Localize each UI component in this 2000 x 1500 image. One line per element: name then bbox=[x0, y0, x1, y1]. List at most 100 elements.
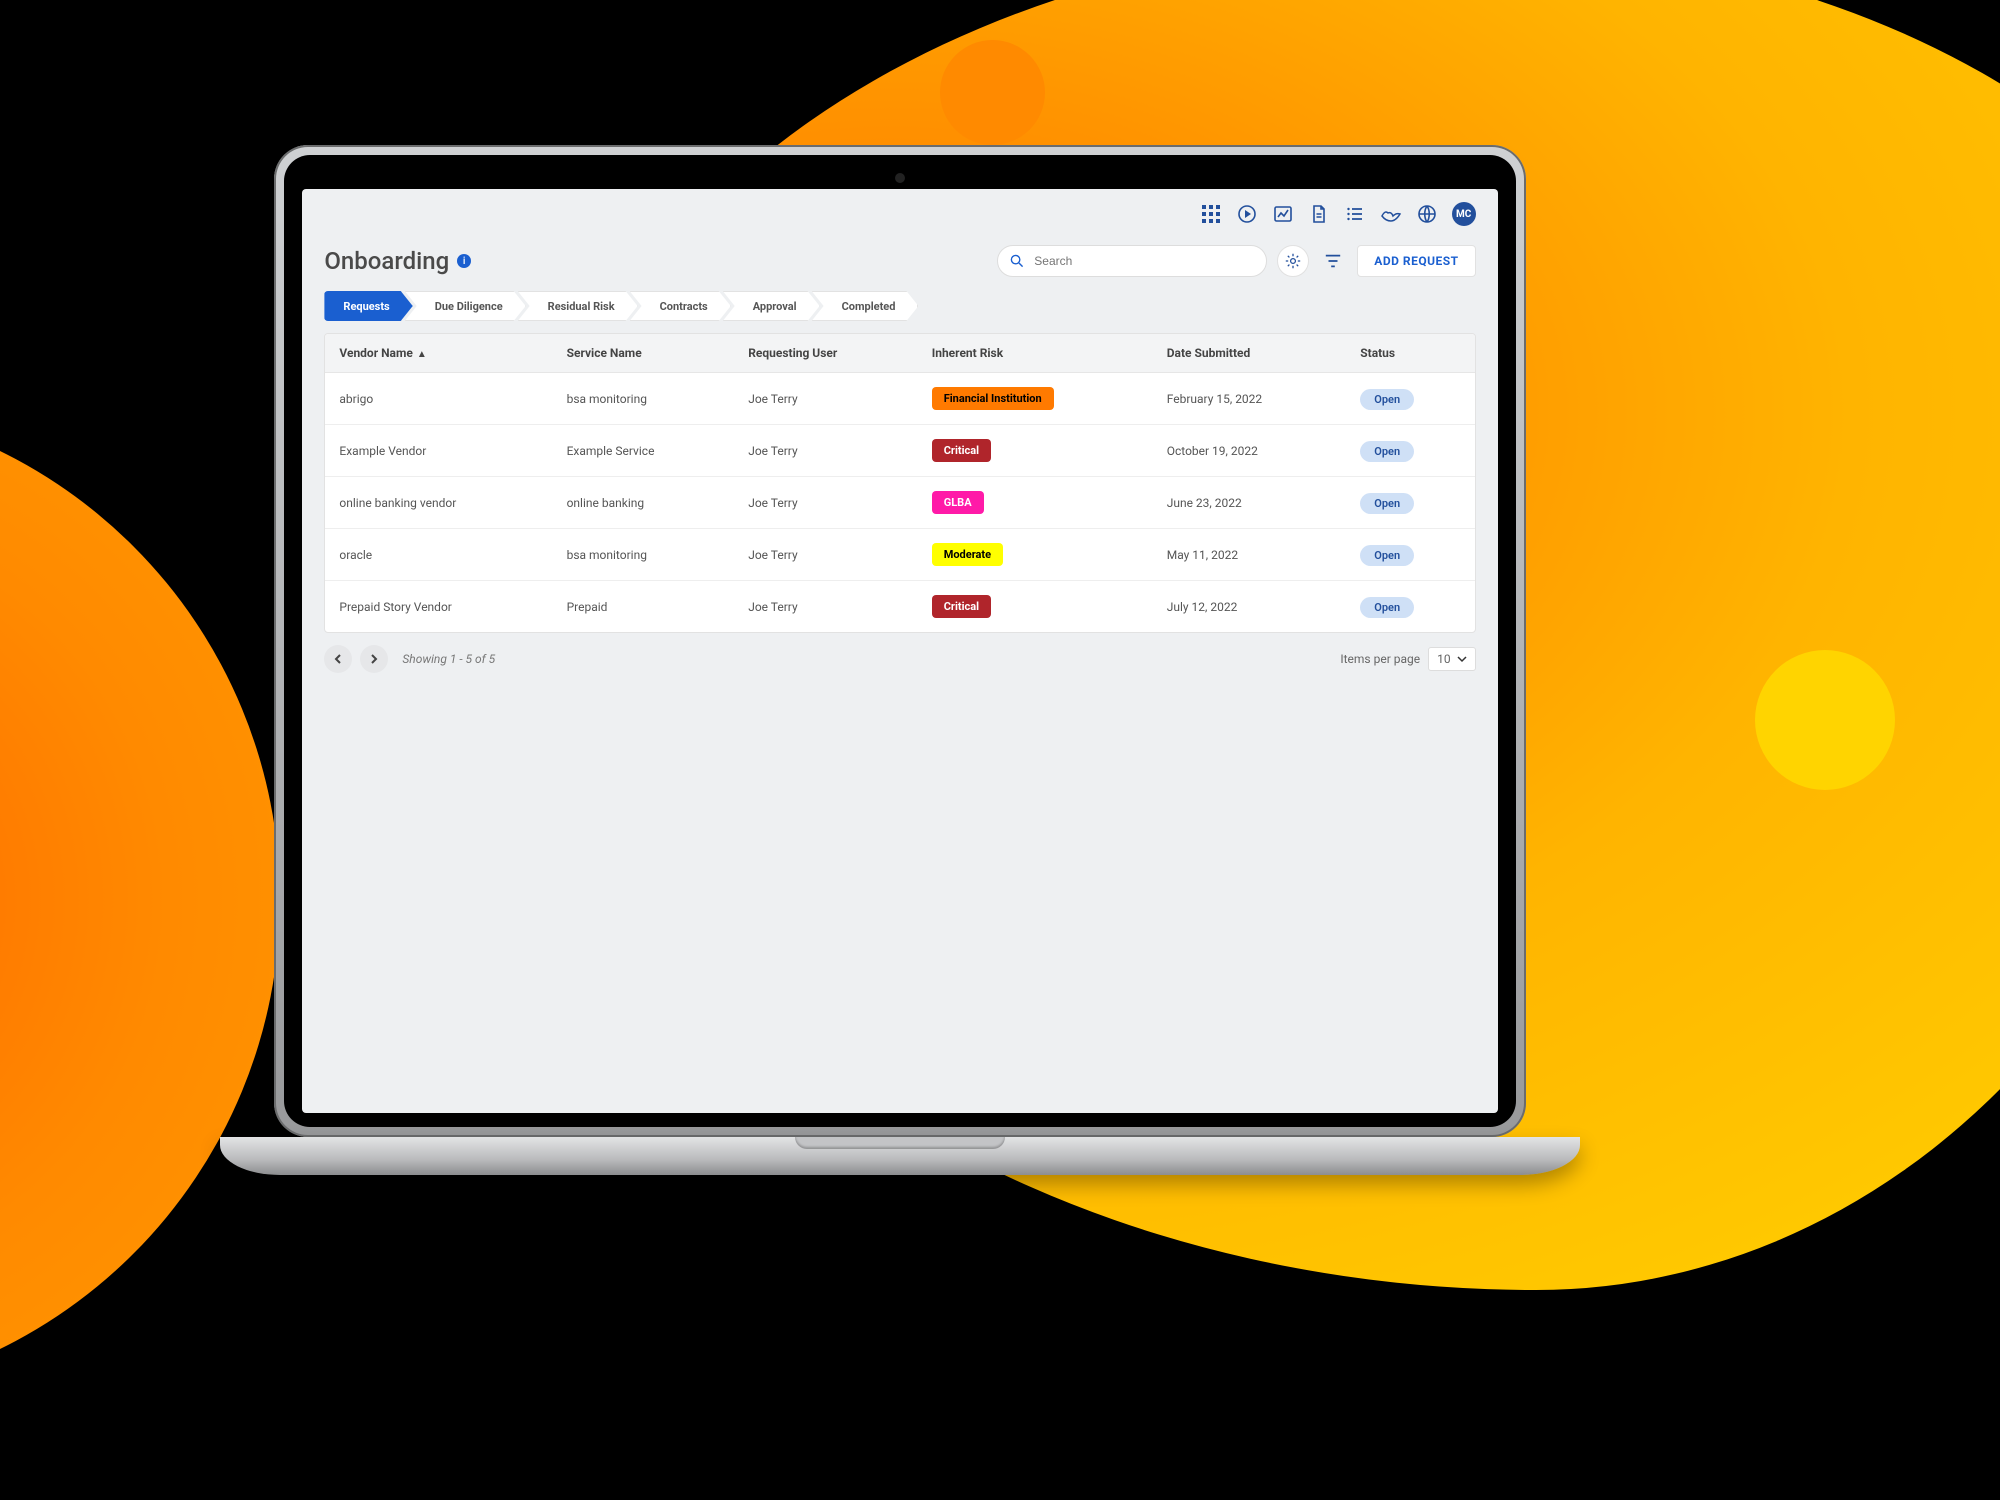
vendor-cell: Example Vendor bbox=[325, 425, 552, 477]
info-icon[interactable]: i bbox=[457, 254, 471, 268]
page-header: Onboarding i ADD REQUEST bbox=[302, 239, 1497, 291]
status-badge[interactable]: Open bbox=[1360, 545, 1414, 566]
table-row[interactable]: online banking vendoronline bankingJoe T… bbox=[325, 477, 1474, 529]
chevron-left-icon bbox=[332, 653, 344, 665]
table-row[interactable]: oraclebsa monitoringJoe Terry Moderate May… bbox=[325, 529, 1474, 581]
table-row[interactable]: abrigobsa monitoringJoe TerryFinancial I… bbox=[325, 373, 1474, 425]
status-cell: Open bbox=[1346, 373, 1474, 425]
add-request-button[interactable]: ADD REQUEST bbox=[1357, 245, 1475, 277]
laptop-lid: MC Onboarding i bbox=[274, 145, 1525, 1137]
step-contracts[interactable]: Contracts bbox=[630, 291, 731, 321]
laptop-camera bbox=[895, 173, 905, 183]
risk-badge: Moderate bbox=[932, 543, 1003, 566]
step-completed[interactable]: Completed bbox=[812, 291, 919, 321]
table-row[interactable]: Prepaid Story VendorPrepaidJoe TerryCrit… bbox=[325, 581, 1474, 633]
play-circle-icon[interactable] bbox=[1236, 203, 1258, 225]
background-dot-orange bbox=[940, 40, 1045, 145]
step-requests[interactable]: Requests bbox=[324, 291, 412, 321]
service-cell: bsa monitoring bbox=[553, 373, 735, 425]
document-icon[interactable] bbox=[1308, 203, 1330, 225]
top-icon-bar: MC bbox=[302, 189, 1497, 239]
laptop-notch bbox=[795, 1137, 1005, 1149]
table-header-row: Vendor Name▲Service NameRequesting UserI… bbox=[325, 334, 1474, 373]
status-cell: Open bbox=[1346, 581, 1474, 633]
search-input[interactable] bbox=[997, 245, 1267, 277]
status-badge[interactable]: Open bbox=[1360, 493, 1414, 514]
filter-icon bbox=[1324, 252, 1342, 270]
status-badge[interactable]: Open bbox=[1360, 441, 1414, 462]
pager-prev-button[interactable] bbox=[324, 645, 352, 673]
date-cell: October 19, 2022 bbox=[1153, 425, 1347, 477]
service-cell: bsa monitoring bbox=[553, 529, 735, 581]
user-cell: Joe Terry bbox=[734, 529, 918, 581]
status-cell: Open bbox=[1346, 425, 1474, 477]
pager-next-button[interactable] bbox=[360, 645, 388, 673]
filter-button[interactable] bbox=[1317, 245, 1349, 277]
chart-icon[interactable] bbox=[1272, 203, 1294, 225]
page-title-text: Onboarding bbox=[324, 247, 449, 275]
apps-grid-icon[interactable] bbox=[1200, 203, 1222, 225]
service-cell: Prepaid bbox=[553, 581, 735, 633]
col-vendor-name[interactable]: Vendor Name▲ bbox=[325, 334, 552, 373]
chevron-right-icon bbox=[368, 653, 380, 665]
risk-badge: Critical bbox=[932, 439, 991, 462]
globe-icon[interactable] bbox=[1416, 203, 1438, 225]
risk-cell: Critical bbox=[918, 581, 1153, 633]
risk-cell: Critical bbox=[918, 425, 1153, 477]
status-badge[interactable]: Open bbox=[1360, 597, 1414, 618]
user-avatar[interactable]: MC bbox=[1452, 202, 1476, 226]
list-icon[interactable] bbox=[1344, 203, 1366, 225]
requests-table: Vendor Name▲Service NameRequesting UserI… bbox=[324, 333, 1475, 633]
user-cell: Joe Terry bbox=[734, 581, 918, 633]
vendor-cell: online banking vendor bbox=[325, 477, 552, 529]
pager-summary: Showing 1 - 5 of 5 bbox=[402, 652, 495, 666]
items-per-page-label: Items per page bbox=[1340, 652, 1420, 666]
page-title: Onboarding i bbox=[324, 247, 471, 275]
risk-cell: Moderate bbox=[918, 529, 1153, 581]
status-badge[interactable]: Open bbox=[1360, 389, 1414, 410]
step-approval[interactable]: Approval bbox=[723, 291, 820, 321]
laptop-bezel: MC Onboarding i bbox=[284, 155, 1515, 1127]
settings-button[interactable] bbox=[1277, 245, 1309, 277]
items-per-page-value: 10 bbox=[1437, 652, 1451, 666]
table-pager: Showing 1 - 5 of 5 Items per page 10 bbox=[302, 633, 1497, 685]
col-requesting-user[interactable]: Requesting User bbox=[734, 334, 918, 373]
risk-cell: GLBA bbox=[918, 477, 1153, 529]
date-cell: July 12, 2022 bbox=[1153, 581, 1347, 633]
status-cell: Open bbox=[1346, 529, 1474, 581]
step-residual-risk[interactable]: Residual Risk bbox=[518, 291, 638, 321]
user-cell: Joe Terry bbox=[734, 373, 918, 425]
risk-cell: Financial Institution bbox=[918, 373, 1153, 425]
date-cell: June 23, 2022 bbox=[1153, 477, 1347, 529]
stage: MC Onboarding i bbox=[0, 0, 2000, 1500]
status-cell: Open bbox=[1346, 477, 1474, 529]
user-cell: Joe Terry bbox=[734, 477, 918, 529]
table-body: abrigobsa monitoringJoe TerryFinancial I… bbox=[325, 373, 1474, 633]
caret-down-icon bbox=[1457, 654, 1467, 664]
date-cell: May 11, 2022 bbox=[1153, 529, 1347, 581]
service-cell: online banking bbox=[553, 477, 735, 529]
items-per-page: Items per page 10 bbox=[1340, 647, 1475, 671]
service-cell: Example Service bbox=[553, 425, 735, 477]
workflow-steps: RequestsDue DiligenceResidual RiskContra… bbox=[302, 291, 1497, 333]
col-status[interactable]: Status bbox=[1346, 334, 1474, 373]
background-dot-yellow bbox=[1755, 650, 1895, 790]
laptop-mockup: MC Onboarding i bbox=[220, 145, 1580, 1175]
hand-icon[interactable] bbox=[1380, 203, 1402, 225]
col-date-submitted[interactable]: Date Submitted bbox=[1153, 334, 1347, 373]
laptop-base bbox=[220, 1137, 1580, 1175]
search-field[interactable] bbox=[1032, 253, 1254, 269]
col-inherent-risk[interactable]: Inherent Risk bbox=[918, 334, 1153, 373]
step-due-diligence[interactable]: Due Diligence bbox=[405, 291, 526, 321]
gear-icon bbox=[1285, 253, 1301, 269]
app-screen: MC Onboarding i bbox=[302, 189, 1497, 1113]
table-row[interactable]: Example VendorExample ServiceJoe Terry Cr… bbox=[325, 425, 1474, 477]
col-service-name[interactable]: Service Name bbox=[553, 334, 735, 373]
sort-indicator-icon: ▲ bbox=[417, 349, 427, 360]
vendor-cell: oracle bbox=[325, 529, 552, 581]
vendor-cell: Prepaid Story Vendor bbox=[325, 581, 552, 633]
items-per-page-select[interactable]: 10 bbox=[1428, 647, 1476, 671]
user-cell: Joe Terry bbox=[734, 425, 918, 477]
search-icon bbox=[1010, 254, 1024, 268]
risk-badge: Financial Institution bbox=[932, 387, 1054, 410]
